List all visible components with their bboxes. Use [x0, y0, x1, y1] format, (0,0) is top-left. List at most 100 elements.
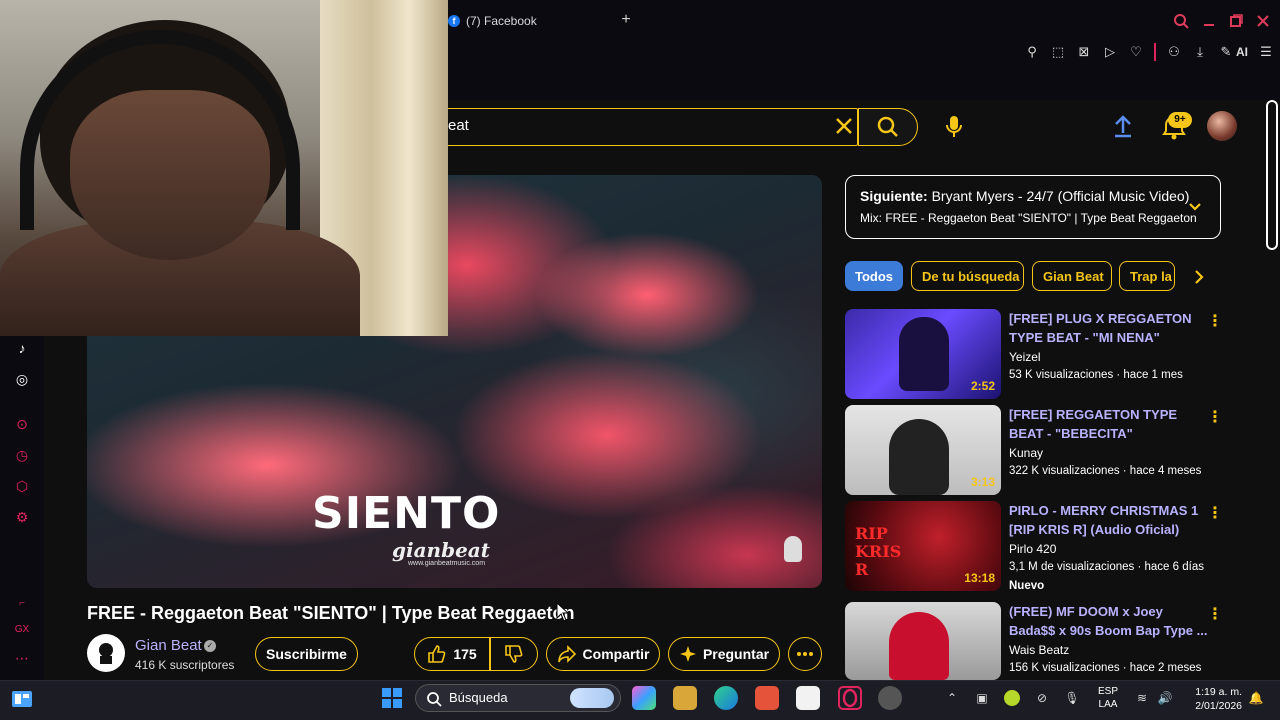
chevron-right-icon[interactable]	[1190, 268, 1208, 286]
office-app-icon[interactable]	[755, 686, 779, 710]
more-options-icon[interactable]: ⋮	[1207, 505, 1223, 523]
video-thumbnail[interactable]: RIP KRIS R 13:18	[845, 501, 1001, 591]
video-duration: 13:18	[964, 571, 995, 585]
pin-icon[interactable]: ⚲	[1024, 44, 1040, 60]
tray-app-icon[interactable]	[1004, 690, 1020, 706]
ask-button[interactable]: Preguntar	[668, 637, 780, 671]
microphone-icon[interactable]: 🎙	[1064, 690, 1080, 706]
recommendation-title[interactable]: [FREE] PLUG X REGGAETON TYPE BEAT - "MI …	[1009, 309, 1209, 347]
share-button[interactable]: Compartir	[546, 637, 660, 671]
voice-search-icon[interactable]	[940, 112, 968, 140]
webcam-overlay	[0, 0, 448, 336]
search-icon	[427, 692, 442, 707]
toolbar-divider	[1154, 43, 1156, 61]
subscribe-button[interactable]: Suscribirme	[255, 637, 358, 671]
windows-start-icon[interactable]	[380, 686, 404, 710]
chip-de-tu-busqueda[interactable]: De tu búsqueda	[911, 261, 1024, 291]
heart-icon[interactable]: ♡	[1128, 44, 1144, 60]
profile-icon[interactable]: ⚇	[1166, 44, 1182, 60]
more-options-icon[interactable]: ⋮	[1207, 606, 1223, 624]
copilot-icon[interactable]	[632, 686, 656, 710]
recommendation-channel[interactable]: Yeizel	[1009, 350, 1041, 364]
steam-icon[interactable]	[878, 686, 902, 710]
search-button[interactable]	[858, 108, 918, 146]
search-input[interactable]: eat	[448, 117, 469, 134]
search-tabs-icon[interactable]	[1172, 12, 1190, 30]
discord-icon[interactable]: ◎	[12, 369, 32, 389]
keyboard-language[interactable]: ESP LAA	[1098, 685, 1118, 711]
notifications-bell-icon[interactable]: 🔔	[1248, 690, 1264, 706]
thumbnail-figure	[899, 317, 949, 391]
maximize-icon[interactable]	[1227, 12, 1245, 30]
upload-icon[interactable]	[1110, 112, 1136, 140]
volume-icon[interactable]: 🔊	[1157, 690, 1173, 706]
sidebar-divider-icon: ⌐	[19, 598, 25, 609]
recommendation-item[interactable]: (FREE) MF DOOM x Joey Bada$$ x 90s Boom …	[845, 602, 1245, 692]
clear-search-icon[interactable]	[832, 114, 856, 138]
wifi-icon[interactable]: ≋	[1134, 690, 1150, 706]
next-up-panel[interactable]	[845, 175, 1221, 239]
scrollbar[interactable]	[1266, 100, 1278, 250]
chevron-up-icon[interactable]: ⌃	[944, 690, 960, 706]
recommendation-channel[interactable]: Kunay	[1009, 446, 1043, 460]
video-thumbnail[interactable]: 3:13	[845, 405, 1001, 495]
player-icon[interactable]: ▷	[1102, 44, 1118, 60]
account-avatar[interactable]	[1207, 111, 1237, 141]
like-button[interactable]: 175	[414, 637, 490, 671]
widgets-icon[interactable]	[10, 687, 34, 711]
dislike-button[interactable]	[490, 637, 538, 671]
recommendation-title[interactable]: PIRLO - MERRY CHRISTMAS 1 [RIP KRIS R] (…	[1009, 501, 1209, 539]
video-overlay-brand: gianbeat	[392, 538, 490, 562]
adblock-icon[interactable]: ⊠	[1076, 44, 1092, 60]
recommendation-channel[interactable]: Pirlo 420	[1009, 542, 1056, 556]
player-sidebar-icon[interactable]: ⊙	[12, 414, 32, 434]
edge-icon[interactable]	[714, 686, 738, 710]
download-icon[interactable]: ⤓	[1192, 44, 1208, 60]
ai-label: AI	[1236, 45, 1248, 59]
more-actions-button[interactable]	[788, 637, 822, 671]
recommendation-meta: 322 K visualizaciones · hace 4 meses	[1009, 465, 1202, 477]
more-sidebar-icon[interactable]: ⋯	[12, 648, 32, 668]
gx-icon[interactable]: GX	[12, 620, 32, 640]
recommendation-item[interactable]: 3:13 [FREE] REGGAETON TYPE BEAT - "BEBEC…	[845, 405, 1245, 495]
file-explorer-icon[interactable]	[673, 686, 697, 710]
taskbar-search[interactable]	[415, 684, 621, 712]
recommendation-item[interactable]: 2:52 [FREE] PLUG X REGGAETON TYPE BEAT -…	[845, 309, 1245, 399]
extensions-icon[interactable]: ⬡	[12, 476, 32, 496]
chip-todos[interactable]: Todos	[845, 261, 903, 291]
video-thumbnail[interactable]: 2:52	[845, 309, 1001, 399]
chip-trap-latino[interactable]: Trap la	[1119, 261, 1175, 291]
new-badge: Nuevo	[1009, 580, 1045, 592]
more-dots-icon	[797, 652, 813, 656]
minimize-icon[interactable]	[1200, 12, 1218, 30]
tiktok-icon[interactable]: ♪	[12, 338, 32, 358]
share-label: Compartir	[582, 646, 650, 662]
tray-app-icon[interactable]: ▣	[974, 690, 990, 706]
video-thumbnail[interactable]	[845, 602, 1001, 680]
clock-time: 1:19 a. m.	[1195, 686, 1242, 698]
opera-gx-icon[interactable]	[838, 686, 862, 710]
recommendation-item[interactable]: RIP KRIS R 13:18 PIRLO - MERRY CHRISTMAS…	[845, 501, 1245, 592]
more-options-icon[interactable]: ⋮	[1207, 409, 1223, 427]
channel-avatar[interactable]	[87, 634, 125, 672]
more-options-icon[interactable]: ⋮	[1207, 313, 1223, 331]
history-icon[interactable]: ◷	[12, 445, 32, 465]
mute-icon[interactable]: ⊘	[1034, 690, 1050, 706]
browser-tab-facebook[interactable]: f (7) Facebook	[448, 8, 537, 34]
tab-label: (7) Facebook	[466, 14, 537, 28]
recommendation-title[interactable]: [FREE] REGGAETON TYPE BEAT - "BEBECITA"	[1009, 405, 1209, 443]
chevron-down-icon[interactable]	[1186, 198, 1204, 216]
channel-name[interactable]: Gian Beat	[135, 637, 202, 654]
capcut-icon[interactable]	[796, 686, 820, 710]
ai-button[interactable]: ✎ AI	[1218, 44, 1248, 60]
close-window-icon[interactable]	[1254, 12, 1272, 30]
search-box[interactable]	[448, 108, 858, 146]
chip-gian-beat[interactable]: Gian Beat	[1032, 261, 1112, 291]
settings-icon[interactable]: ⚙	[12, 507, 32, 527]
menu-icon[interactable]: ☰	[1258, 44, 1274, 60]
recommendation-channel[interactable]: Wais Beatz	[1009, 643, 1069, 657]
recommendation-title[interactable]: (FREE) MF DOOM x Joey Bada$$ x 90s Boom …	[1009, 602, 1209, 640]
new-tab-button[interactable]: +	[618, 12, 634, 28]
snapshot-icon[interactable]: ⬚	[1050, 44, 1066, 60]
clock[interactable]: 1:19 a. m. 2/01/2026	[1186, 685, 1242, 713]
